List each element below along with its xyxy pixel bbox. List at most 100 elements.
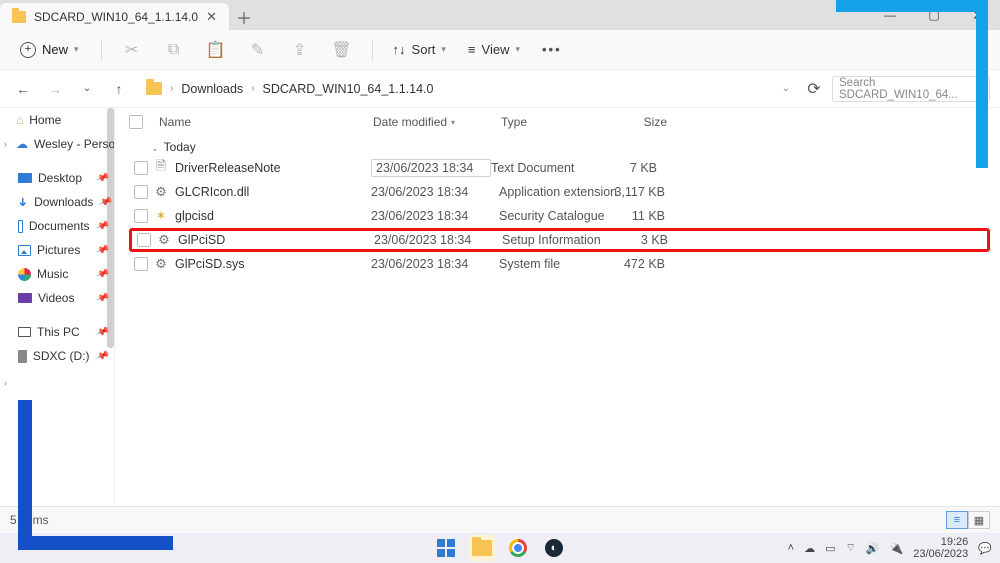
sidebar-label: This PC (37, 325, 80, 339)
status-bar: 5 items ≡ ▦ (0, 506, 1000, 533)
start-button[interactable] (433, 535, 459, 561)
sidebar-item-pictures[interactable]: Pictures 📌 (0, 238, 114, 262)
chevron-down-icon[interactable]: ⌄ (776, 83, 796, 94)
window-tab[interactable]: SDCARD_WIN10_64_1.1.14.0 ✕ (0, 3, 229, 30)
icons-view-button[interactable]: ▦ (968, 511, 990, 529)
file-row[interactable]: ⚙ GLCRIcon.dll 23/06/2023 18:34 Applicat… (129, 180, 990, 204)
sidebar-item-music[interactable]: Music 📌 (0, 262, 114, 286)
sidebar-item-home[interactable]: ⌂ Home (0, 108, 114, 132)
notifications-icon[interactable]: 💬 (978, 542, 992, 555)
recent-button[interactable]: ⌄ (74, 76, 100, 102)
copy-button[interactable]: ⧉ (158, 36, 190, 64)
forward-button[interactable]: → (42, 76, 68, 102)
cut-button[interactable]: ✂ (116, 36, 148, 64)
tray-date: 23/06/2023 (913, 548, 968, 560)
details-view-button[interactable]: ≡ (946, 511, 968, 529)
sidebar-label: Documents (29, 219, 90, 233)
view-button[interactable]: ≡ View ▾ (462, 38, 526, 61)
sidebar-item-more[interactable]: › (0, 378, 114, 388)
row-checkbox[interactable] (134, 161, 148, 175)
new-tab-button[interactable]: ＋ (229, 3, 259, 30)
column-size[interactable]: Size (605, 115, 667, 129)
share-button[interactable]: ⇪ (284, 36, 316, 64)
sidebar-label: Downloads (34, 195, 93, 209)
sidebar-label: Music (37, 267, 68, 281)
tab-close-icon[interactable]: ✕ (206, 9, 217, 25)
sidebar-item-videos[interactable]: Videos 📌 (0, 286, 114, 310)
row-checkbox[interactable] (134, 209, 148, 223)
sidebar-label: Desktop (38, 171, 82, 185)
sort-icon: ↑↓ (393, 42, 406, 57)
home-icon: ⌂ (16, 113, 23, 127)
chrome-icon (509, 539, 527, 557)
row-checkbox[interactable] (137, 233, 151, 247)
drive-icon (18, 350, 27, 363)
inf-icon: ⚙ (156, 232, 172, 248)
sidebar-item-desktop[interactable]: Desktop 📌 (0, 166, 114, 190)
sort-indicator-icon: ▾ (451, 118, 455, 127)
column-type[interactable]: Type (501, 115, 605, 129)
download-icon: ➜ (16, 197, 30, 207)
volume-icon[interactable]: 🔊 (866, 542, 880, 555)
file-list: Name Date modified▾ Type Size ⌄ Today 🗎 … (115, 108, 1000, 506)
file-date: 23/06/2023 18:34 (371, 185, 499, 199)
file-date: 23/06/2023 18:34 (371, 209, 499, 223)
paste-button[interactable]: 📋 (200, 36, 232, 64)
back-button[interactable]: ← (10, 76, 36, 102)
maximize-button[interactable]: ▢ (912, 0, 956, 30)
chevron-down-icon: ⌄ (151, 143, 159, 153)
tray-chevron-icon[interactable]: ˄ (788, 542, 794, 554)
columns-header: Name Date modified▾ Type Size (129, 108, 990, 136)
refresh-button[interactable]: ⟳ (802, 77, 826, 101)
taskbar-file-explorer[interactable] (469, 535, 495, 561)
row-checkbox[interactable] (134, 257, 148, 271)
minimize-button[interactable]: — (868, 0, 912, 30)
view-label: View (482, 42, 510, 57)
column-name[interactable]: Name (153, 115, 373, 129)
taskbar: ◐ ˄ ☁ ▭ ⌔ 🔊 🔌 19:26 23/06/2023 💬 (0, 533, 1000, 563)
pin-icon: 📌 (98, 195, 113, 210)
up-button[interactable]: ↑ (106, 76, 132, 102)
chevron-down-icon: ▾ (515, 44, 520, 55)
onedrive-tray-icon[interactable]: ☁ (804, 542, 815, 555)
main-area: ⌂ Home › ☁ Wesley - Personal Desktop 📌 ➜… (0, 108, 1000, 506)
pin-icon: 📌 (94, 325, 109, 340)
row-checkbox[interactable] (134, 185, 148, 199)
battery-icon[interactable]: ▭ (825, 542, 835, 555)
search-input[interactable]: Search SDCARD_WIN10_64... (832, 76, 990, 102)
pin-icon: 📌 (94, 291, 109, 306)
search-placeholder: Search SDCARD_WIN10_64... (839, 77, 983, 101)
more-button[interactable]: ••• (536, 38, 568, 61)
taskbar-steam[interactable]: ◐ (541, 535, 567, 561)
folder-icon (472, 540, 492, 556)
sidebar-item-downloads[interactable]: ➜ Downloads 📌 (0, 190, 114, 214)
chevron-down-icon: ▾ (441, 44, 446, 55)
wifi-icon[interactable]: ⌔ (845, 541, 855, 555)
sidebar-item-sdxc[interactable]: SDXC (D:) 📌 (0, 344, 114, 368)
delete-button[interactable]: 🗑 (326, 36, 358, 64)
column-date[interactable]: Date modified▾ (373, 115, 501, 129)
window-close-button[interactable]: ✕ (956, 0, 1000, 30)
chevron-right-icon[interactable]: › (4, 139, 7, 149)
breadcrumb-item[interactable]: SDCARD_WIN10_64_1.1.14.0 (263, 82, 434, 96)
breadcrumb[interactable]: › Downloads › SDCARD_WIN10_64_1.1.14.0 (138, 78, 770, 100)
rename-button[interactable]: ✎ (242, 36, 274, 64)
file-row-highlighted[interactable]: ⚙ GlPciSD 23/06/2023 18:34 Setup Informa… (129, 228, 990, 252)
select-all-checkbox[interactable] (129, 115, 153, 129)
sidebar-item-thispc[interactable]: This PC 📌 (0, 320, 114, 344)
file-row[interactable]: ⚙ GlPciSD.sys 23/06/2023 18:34 System fi… (129, 252, 990, 276)
file-row[interactable]: ✶ glpcisd 23/06/2023 18:34 Security Cata… (129, 204, 990, 228)
sort-button[interactable]: ↑↓ Sort ▾ (387, 38, 452, 61)
pin-icon: 📌 (94, 219, 109, 234)
file-size: 472 KB (603, 257, 665, 271)
sidebar-item-onedrive[interactable]: › ☁ Wesley - Personal (0, 132, 114, 156)
sidebar-item-documents[interactable]: Documents 📌 (0, 214, 114, 238)
breadcrumb-item[interactable]: Downloads (181, 82, 243, 96)
file-row[interactable]: 🗎 DriverReleaseNote 23/06/2023 18:34 Tex… (129, 156, 990, 180)
new-button[interactable]: + New ▾ (12, 38, 87, 62)
power-icon[interactable]: 🔌 (890, 542, 904, 555)
group-today[interactable]: ⌄ Today (129, 136, 990, 156)
file-name: DriverReleaseNote (175, 161, 371, 175)
taskbar-chrome[interactable] (505, 535, 531, 561)
clock[interactable]: 19:26 23/06/2023 (913, 536, 968, 560)
